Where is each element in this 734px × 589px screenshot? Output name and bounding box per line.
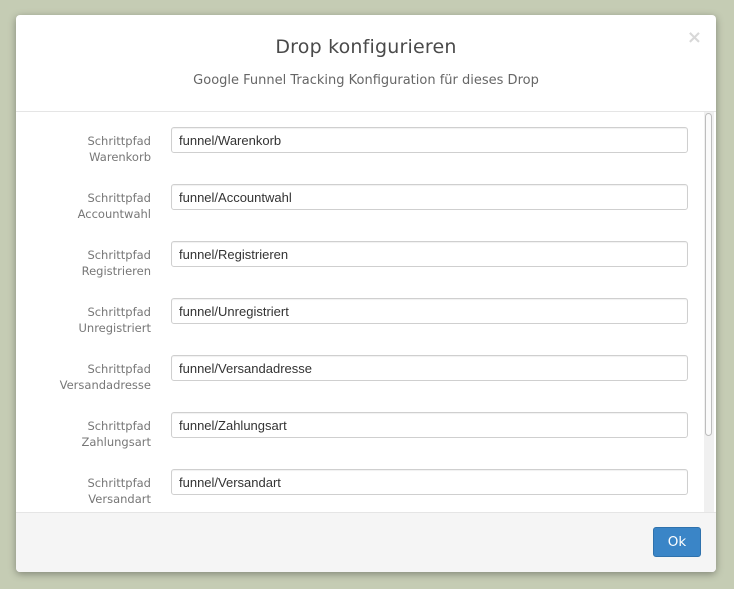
field-label-warenkorb: Schrittpfad Warenkorb bbox=[87, 134, 151, 164]
field-label-versandart: Schrittpfad Versandart bbox=[87, 476, 151, 506]
form-row-unregistriert: Schrittpfad Unregistriert bbox=[16, 283, 706, 340]
form-row-versandart: Schrittpfad Versandart bbox=[16, 454, 706, 511]
field-label-accountwahl: Schrittpfad Accountwahl bbox=[77, 191, 151, 221]
field-label-registrieren: Schrittpfad Registrieren bbox=[81, 248, 151, 278]
ok-button[interactable]: Ok bbox=[653, 527, 701, 557]
drop-config-dialog: Drop konfigurieren Google Funnel Trackin… bbox=[16, 15, 716, 572]
dialog-footer: Ok bbox=[16, 512, 716, 572]
dialog-subtitle: Google Funnel Tracking Konfiguration für… bbox=[193, 73, 539, 88]
step-path-input-unregistriert[interactable] bbox=[171, 298, 688, 324]
field-label-versandadresse: Schrittpfad Versandadresse bbox=[59, 362, 151, 392]
dialog-title: Drop konfigurieren bbox=[275, 36, 457, 58]
dialog-header: Drop konfigurieren Google Funnel Trackin… bbox=[16, 15, 716, 112]
scrollbar-thumb[interactable] bbox=[705, 113, 712, 436]
form-row-warenkorb: Schrittpfad Warenkorb bbox=[16, 112, 706, 169]
form-row-registrieren: Schrittpfad Registrieren bbox=[16, 226, 706, 283]
form-row-versandadresse: Schrittpfad Versandadresse bbox=[16, 340, 706, 397]
dialog-body: SchrittpfadWarenkorb SchrittpfadAccountw… bbox=[16, 112, 716, 512]
step-path-input-registrieren[interactable] bbox=[171, 241, 688, 267]
close-icon[interactable]: × bbox=[687, 29, 702, 47]
step-path-input-accountwahl[interactable] bbox=[171, 184, 688, 210]
field-label-zahlungsart: Schrittpfad Zahlungsart bbox=[81, 419, 151, 449]
body-scrollbar[interactable] bbox=[704, 112, 714, 512]
field-label-unregistriert: Schrittpfad Unregistriert bbox=[78, 305, 152, 335]
form-row-accountwahl: Schrittpfad Accountwahl bbox=[16, 169, 706, 226]
step-path-input-warenkorb[interactable] bbox=[171, 127, 688, 153]
form-row-zahlungsart: Schrittpfad Zahlungsart bbox=[16, 397, 706, 454]
step-path-input-versandadresse[interactable] bbox=[171, 355, 688, 381]
step-path-input-versandart[interactable] bbox=[171, 469, 688, 495]
step-path-input-zahlungsart[interactable] bbox=[171, 412, 688, 438]
